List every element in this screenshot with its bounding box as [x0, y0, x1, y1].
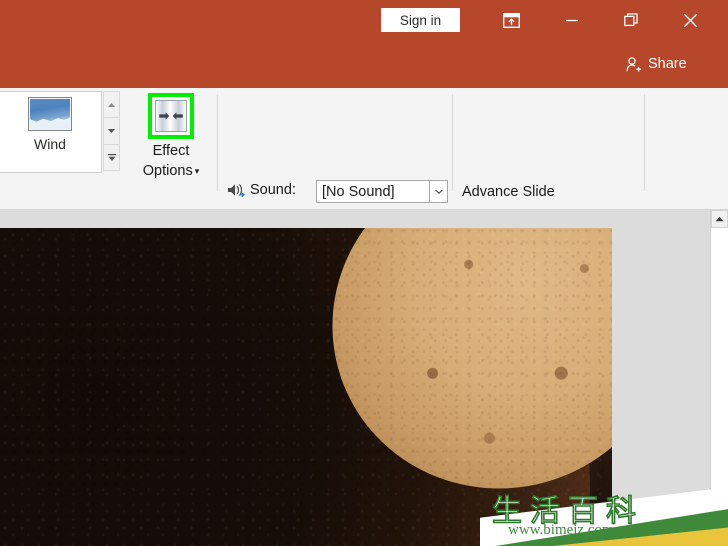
share-label: Share — [648, 56, 687, 72]
gallery-scroll-buttons — [103, 91, 120, 171]
scroll-up-arrow-icon — [715, 216, 724, 222]
scrollbar-up-button[interactable] — [711, 210, 728, 228]
person-add-icon — [625, 56, 642, 73]
scrollbar-track[interactable] — [711, 228, 728, 546]
advance-slide-title: Advance Slide — [462, 184, 555, 200]
slide-picture[interactable] — [0, 228, 612, 546]
chevron-down-icon[interactable]: ▾ — [195, 166, 200, 176]
sound-label: Sound: — [250, 182, 296, 198]
restore-icon[interactable] — [615, 8, 647, 32]
minimize-icon[interactable] — [556, 8, 588, 32]
wind-transition-thumbnail — [28, 97, 72, 131]
sound-value: [No Sound] — [322, 183, 395, 200]
gallery-more-icon — [107, 153, 116, 161]
effect-options-label: Effect Options ▾ — [143, 142, 200, 181]
sound-icon — [226, 182, 246, 198]
effect-options-line1: Effect — [152, 143, 190, 159]
ribbon-separator-2 — [452, 95, 453, 191]
sound-dropdown-button[interactable] — [429, 181, 447, 202]
effect-options-button[interactable]: Effect Options ▾ — [131, 93, 211, 181]
share-button[interactable]: Share — [625, 52, 687, 76]
title-bar: Sign in Share — [0, 0, 728, 88]
scroll-up-icon — [108, 102, 115, 107]
ribbon-transitions-tab: Wind Effect Options ▾ Sound: [No Sound] … — [0, 88, 728, 291]
effect-options-line2: Options — [142, 162, 193, 179]
transition-gallery: Wind — [0, 91, 102, 173]
gallery-scroll-up-button[interactable] — [103, 91, 120, 118]
close-icon[interactable] — [674, 8, 706, 32]
transition-item-wind[interactable]: Wind — [10, 97, 90, 152]
effect-options-highlight — [148, 93, 194, 139]
sound-combobox[interactable]: [No Sound] — [316, 180, 448, 203]
chevron-down-icon — [434, 189, 443, 194]
photo-grain-overlay — [0, 228, 612, 546]
gallery-scroll-down-button[interactable] — [103, 117, 120, 144]
ribbon-separator-3 — [644, 95, 645, 191]
slide-editing-area[interactable] — [0, 210, 728, 546]
horizontal-out-arrows-icon — [155, 100, 187, 132]
transition-label: Wind — [34, 136, 66, 152]
gallery-more-button[interactable] — [103, 143, 120, 171]
sound-row: Sound: — [226, 182, 296, 198]
vertical-scrollbar[interactable] — [710, 210, 728, 546]
powerpoint-window: Sign in Share Wind Effect Options ▾ Soun… — [0, 0, 728, 546]
scroll-down-icon — [108, 128, 115, 133]
ribbon-separator-1 — [217, 95, 218, 191]
ribbon-display-options-icon[interactable] — [495, 8, 527, 32]
sign-in-button[interactable]: Sign in — [381, 8, 460, 32]
sign-in-label: Sign in — [399, 12, 442, 28]
